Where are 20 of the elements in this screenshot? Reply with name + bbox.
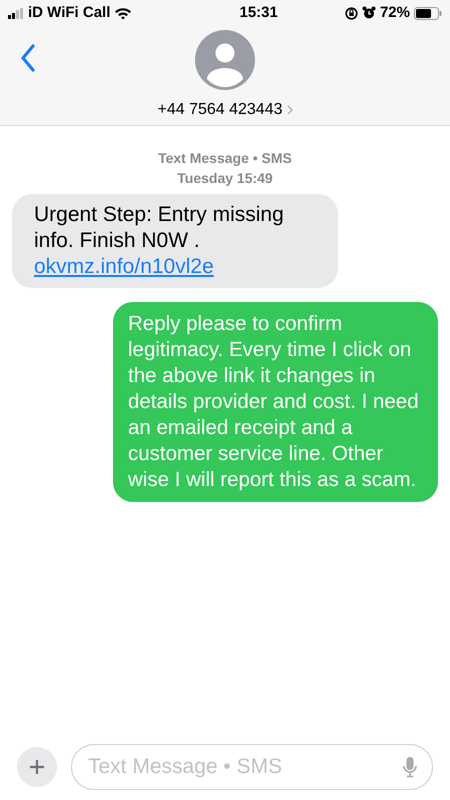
- message-input-field[interactable]: Text Message • SMS: [71, 744, 433, 790]
- outgoing-message-bubble: Reply please to confirm legitimacy. Every time I click on the above link it changes in details provider and cost. I need an emailed receipt and a customer service line. Other wise I will report this as a scam.: [113, 302, 438, 502]
- add-button[interactable]: [17, 747, 57, 787]
- carrier-label: iD WiFi Call: [28, 2, 110, 23]
- wifi-icon: [114, 6, 132, 20]
- service-label: Text Message • SMS: [158, 149, 292, 168]
- clock-time: 15:31: [239, 2, 278, 23]
- signal-icon: [8, 8, 24, 18]
- alarm-icon: [362, 6, 376, 20]
- contact-button[interactable]: +44 7564 423443: [157, 98, 292, 122]
- battery-icon: [414, 6, 442, 20]
- chevron-icon: [286, 105, 292, 115]
- timestamp: Tuesday 15:49: [177, 169, 273, 188]
- plus-icon: [29, 759, 45, 775]
- microphone-icon[interactable]: [403, 756, 417, 778]
- rotation-lock-icon: [344, 6, 358, 20]
- message-text: Urgent Step: Entry missing info. Finish N0W .: [34, 202, 285, 254]
- battery-percentage: 72%: [380, 2, 410, 23]
- avatar-icon: [195, 30, 255, 90]
- back-icon[interactable]: [20, 44, 36, 72]
